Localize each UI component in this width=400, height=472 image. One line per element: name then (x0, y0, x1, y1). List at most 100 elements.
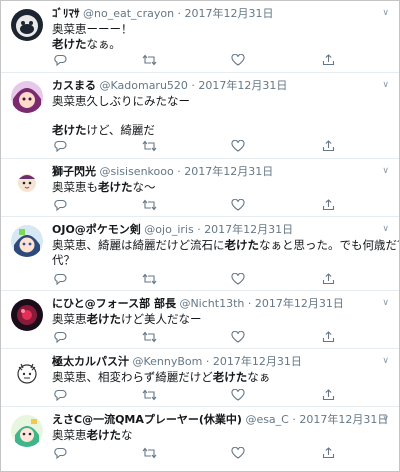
share-icon[interactable] (320, 198, 336, 212)
text-segment: 代？ (52, 253, 75, 267)
tweet[interactable]: OJO@ポケモン剣 @ojo_iris · 2017年12月31日 奥菜恵、綺麗… (1, 217, 399, 291)
tweet-text: 奥菜恵、綺麗は綺麗だけど流石に老けたなぁと思った。でも何歳だ？40 代？ (52, 238, 399, 268)
reply-icon[interactable] (52, 198, 68, 212)
avatar[interactable] (11, 357, 43, 389)
retweet-icon[interactable] (141, 330, 157, 344)
chevron-down-icon[interactable]: ∨ (382, 223, 389, 235)
separator: · (292, 413, 296, 426)
display-name[interactable]: OJO@ポケモン剣 (52, 223, 141, 236)
heart-icon[interactable] (230, 272, 246, 286)
tweet-actions (52, 330, 352, 344)
retweet-icon[interactable] (141, 388, 157, 402)
avatar[interactable] (11, 299, 43, 331)
reply-icon[interactable] (52, 272, 68, 286)
user-handle[interactable]: @Kadomaru520 (100, 79, 188, 92)
user-handle[interactable]: @sisisenkooo (100, 165, 174, 178)
text-segment: 奥菜恵ーーー！ (52, 22, 133, 36)
avatar[interactable] (11, 225, 43, 257)
chevron-down-icon[interactable]: ∨ (382, 355, 389, 367)
timestamp[interactable]: 2017年12月31日 (255, 297, 344, 310)
separator: · (205, 355, 210, 368)
timestamp[interactable]: 2017年12月31日 (185, 7, 274, 20)
avatar[interactable] (11, 415, 43, 447)
share-icon[interactable] (320, 330, 336, 344)
user-handle[interactable]: @esa_C (245, 413, 288, 426)
heart-icon[interactable] (230, 139, 246, 153)
timestamp[interactable]: 2017年12月31日 (204, 223, 293, 236)
timestamp[interactable]: 2017年12月31日 (299, 413, 388, 426)
chevron-down-icon[interactable]: ∨ (382, 165, 389, 177)
user-handle[interactable]: @no_eat_crayon (83, 7, 174, 20)
tweet-header: えさC@一流QMAプレーヤー(休業中) @esa_C · 2017年12月31日 (52, 413, 391, 427)
chevron-down-icon[interactable]: ∨ (382, 413, 389, 425)
text-segment: なぁ (247, 370, 271, 384)
display-name[interactable]: カスまる (52, 79, 96, 92)
tweet-header: 極太カルパス汁 @KennyBom · 2017年12月31日 (52, 355, 391, 369)
display-name[interactable]: 極太カルパス汁 (52, 355, 129, 368)
text-segment: 奥菜恵 (52, 312, 87, 326)
tweet-text: 奥菜恵老けたな (52, 428, 391, 443)
tweet[interactable]: ｺﾞﾘﾏｻ @no_eat_crayon · 2017年12月31日 奥菜恵ーー… (1, 1, 399, 73)
separator: · (191, 79, 195, 92)
user-handle[interactable]: @ojo_iris (144, 223, 193, 236)
display-name[interactable]: ｺﾞﾘﾏｻ (52, 7, 80, 20)
tweet-text: 奥菜恵久しぶりにみたなー 老けたけど、綺麗だ (52, 94, 391, 138)
chevron-down-icon[interactable]: ∨ (382, 79, 389, 91)
text-segment: 奥菜恵、相変わらず綺麗だけど (52, 370, 213, 384)
chevron-down-icon[interactable]: ∨ (382, 7, 389, 19)
display-name[interactable]: えさC@一流QMAプレーヤー(休業中) (52, 413, 242, 426)
reply-icon[interactable] (52, 446, 68, 460)
text-segment: けど、綺麗だ (86, 123, 155, 137)
chevron-down-icon[interactable]: ∨ (382, 297, 389, 309)
tweet-header: にひと@フォース部 部長 @Nicht13th · 2017年12月31日 (52, 297, 391, 311)
tweet-actions (52, 53, 352, 67)
text-segment: なぁ。 (86, 37, 121, 51)
tweet[interactable]: 獅子閃光 @sisisenkooo · 2017年12月31日 奥菜恵も老けたな… (1, 159, 399, 217)
timestamp[interactable]: 2017年12月31日 (213, 355, 302, 368)
avatar[interactable] (11, 81, 43, 113)
highlight-keyword: 老けた (52, 123, 87, 137)
heart-icon[interactable] (230, 388, 246, 402)
tweet-actions (52, 446, 352, 460)
highlight-keyword: 老けた (212, 370, 248, 384)
share-icon[interactable] (320, 446, 336, 460)
reply-icon[interactable] (52, 388, 68, 402)
display-name[interactable]: にひと@フォース部 部長 (52, 297, 176, 310)
timestamp[interactable]: 2017年12月31日 (198, 79, 287, 92)
tweet[interactable]: にひと@フォース部 部長 @Nicht13th · 2017年12月31日 奥菜… (1, 291, 399, 349)
separator: · (247, 297, 252, 310)
heart-icon[interactable] (230, 330, 246, 344)
share-icon[interactable] (320, 53, 336, 67)
share-icon[interactable] (320, 272, 336, 286)
tweet[interactable]: 極太カルパス汁 @KennyBom · 2017年12月31日 奥菜恵、相変わら… (1, 349, 399, 407)
share-icon[interactable] (320, 139, 336, 153)
share-icon[interactable] (320, 388, 336, 402)
user-handle[interactable]: @Nicht13th (179, 297, 244, 310)
avatar[interactable] (11, 9, 43, 41)
highlight-keyword: 老けた (224, 238, 260, 252)
retweet-icon[interactable] (141, 272, 157, 286)
tweet[interactable]: カスまる @Kadomaru520 · 2017年12月31日 奥菜恵久しぶりに… (1, 73, 399, 159)
tweet-header: ｺﾞﾘﾏｻ @no_eat_crayon · 2017年12月31日 (52, 7, 391, 21)
retweet-icon[interactable] (141, 446, 157, 460)
heart-icon[interactable] (230, 198, 246, 212)
user-handle[interactable]: @KennyBom (133, 355, 203, 368)
tweet-text: 奥菜恵老けたけど美人だなー (52, 312, 391, 327)
tweet-text: 奥菜恵、相変わらず綺麗だけど老けたなぁ (52, 370, 391, 385)
reply-icon[interactable] (52, 53, 68, 67)
heart-icon[interactable] (230, 53, 246, 67)
timestamp[interactable]: 2017年12月31日 (184, 165, 273, 178)
retweet-icon[interactable] (141, 53, 157, 67)
reply-icon[interactable] (52, 330, 68, 344)
heart-icon[interactable] (230, 446, 246, 460)
tweet[interactable]: えさC@一流QMAプレーヤー(休業中) @esa_C · 2017年12月31日… (1, 407, 399, 471)
retweet-icon[interactable] (141, 139, 157, 153)
highlight-keyword: 老けた (86, 312, 122, 326)
reply-icon[interactable] (52, 139, 68, 153)
retweet-icon[interactable] (141, 198, 157, 212)
avatar[interactable] (11, 167, 43, 199)
text-segment: けど美人だなー (121, 312, 202, 326)
text-segment: な (121, 428, 133, 442)
text-segment: 奥菜恵、綺麗は綺麗だけど流石に (52, 238, 225, 252)
display-name[interactable]: 獅子閃光 (52, 165, 96, 178)
